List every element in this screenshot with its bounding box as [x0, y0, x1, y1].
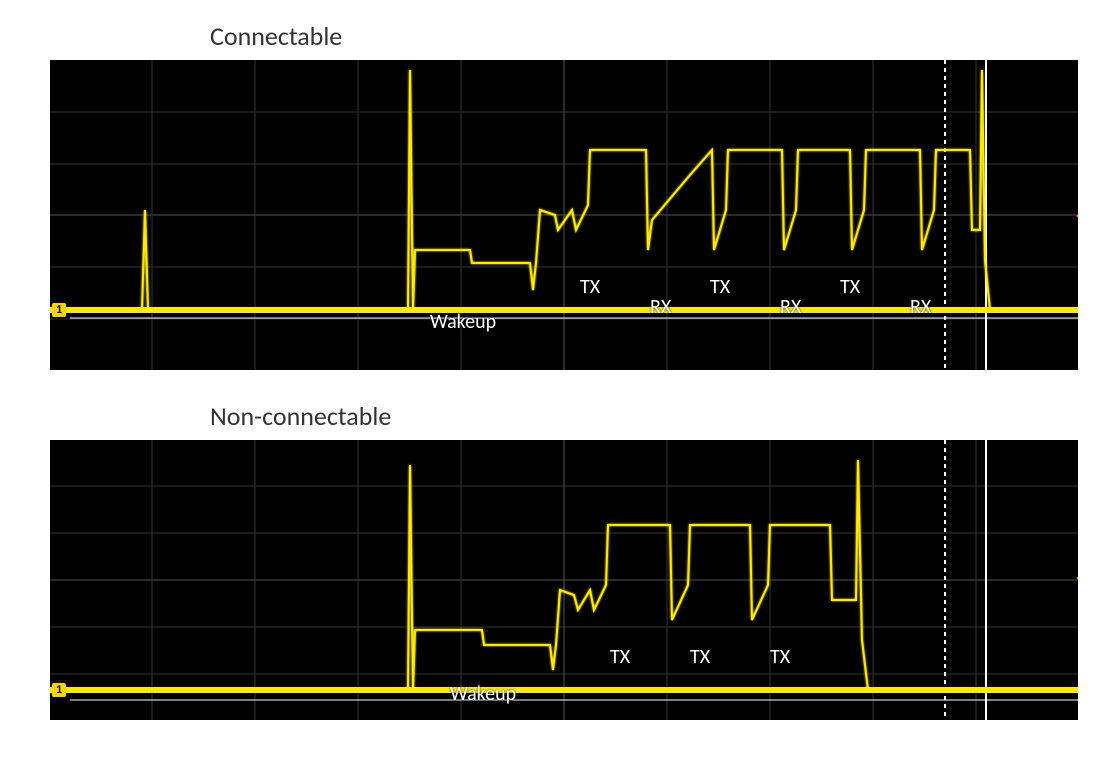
- label-tx-2c: TX: [770, 645, 790, 669]
- label-rx-1b: RX: [780, 295, 801, 319]
- label-tx-1b: TX: [710, 275, 730, 299]
- channel-badge-2: 1: [52, 683, 66, 697]
- connectable-scope-block: Connectable: [20, 20, 1081, 370]
- chart-title-connectable: Connectable: [210, 20, 1081, 52]
- scope-frame-1: 1 Wakeup TX RX TX RX TX RX: [50, 60, 1078, 370]
- channel-badge: 1: [52, 303, 66, 317]
- label-tx-2a: TX: [610, 645, 630, 669]
- label-tx-1c: TX: [840, 275, 860, 299]
- scope-svg-1: [50, 60, 1078, 370]
- label-tx-1a: TX: [580, 275, 600, 299]
- label-wakeup-2: Wakeup: [450, 682, 516, 706]
- label-rx-1c: RX: [910, 295, 931, 319]
- label-tx-2b: TX: [690, 645, 710, 669]
- chart-title-nonconnectable: Non-connectable: [210, 400, 1081, 432]
- trigger-marker-icon: [1076, 208, 1078, 224]
- scope-svg-2: [50, 440, 1078, 720]
- trigger-marker-icon-2: [1076, 570, 1078, 586]
- scope-frame-2: 1 Wakeup TX TX TX: [50, 440, 1078, 720]
- scope-grid: [50, 60, 1078, 370]
- label-rx-1a: RX: [650, 295, 671, 319]
- nonconnectable-scope-block: Non-connectable: [20, 400, 1081, 720]
- scope-grid-2: [50, 440, 1078, 720]
- label-wakeup-1: Wakeup: [430, 310, 496, 334]
